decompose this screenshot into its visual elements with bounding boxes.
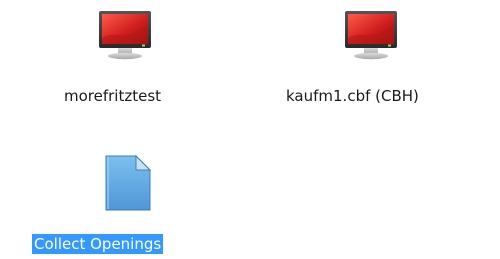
document-file-icon	[105, 154, 152, 211]
desktop-item-collect-openings[interactable]: Collect Openings	[20, 140, 240, 259]
computer-monitor-icon	[99, 11, 151, 60]
desktop-item-morefritztest[interactable]: morefritztest	[60, 0, 230, 120]
desktop-item-label: Collect Openings	[32, 234, 164, 254]
computer-monitor-icon	[345, 11, 397, 60]
desktop-item-kaufm1-cbf[interactable]: kaufm1.cbf (CBH)	[280, 0, 480, 120]
desktop-item-label: kaufm1.cbf (CBH)	[286, 87, 419, 105]
desktop-item-label: morefritztest	[64, 87, 162, 105]
